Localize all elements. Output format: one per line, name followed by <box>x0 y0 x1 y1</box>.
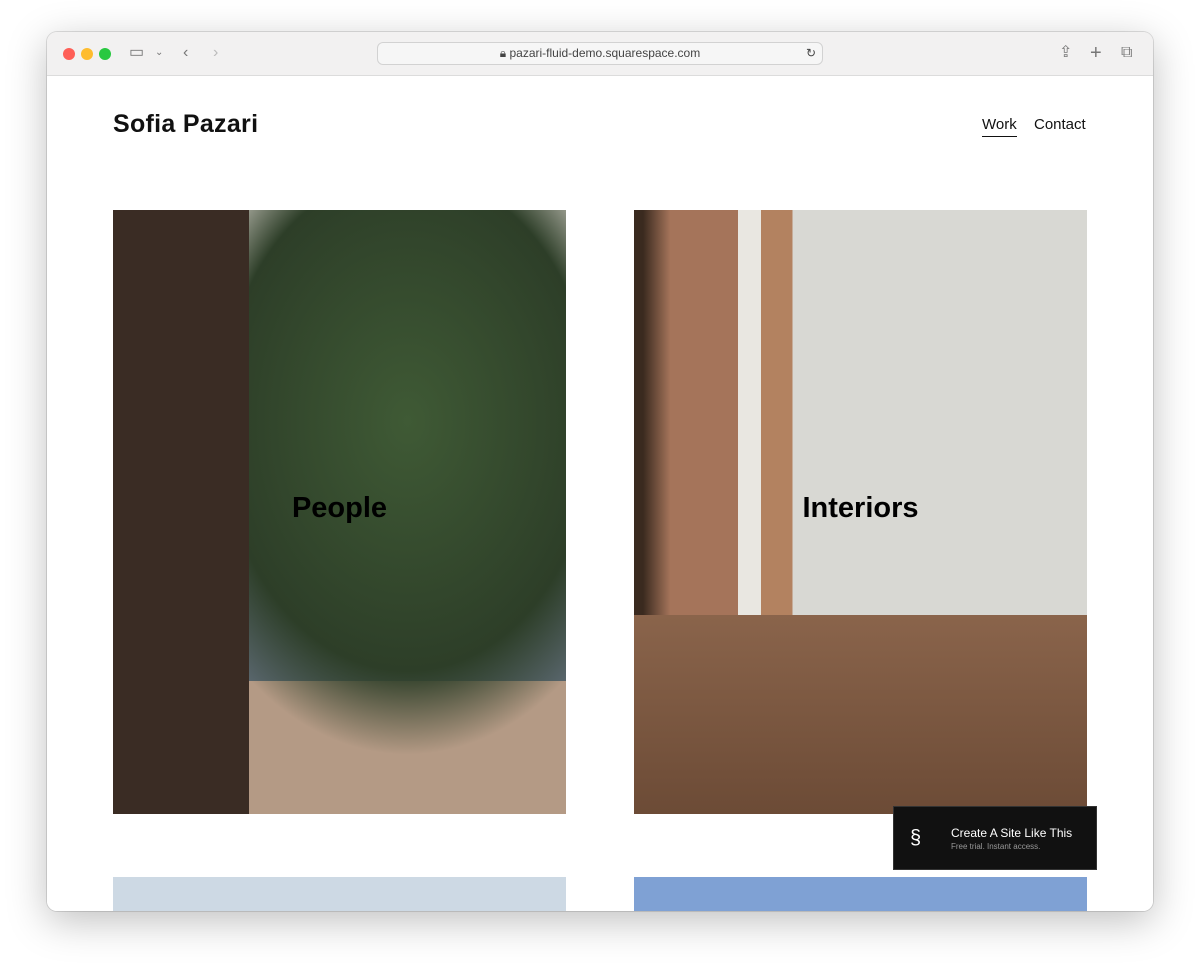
badge-title: Create A Site Like This <box>951 826 1073 840</box>
tabs-overview-icon[interactable]: ⧉ <box>1121 43 1132 63</box>
reload-icon[interactable]: ↻ <box>806 43 816 64</box>
gallery-item[interactable] <box>113 877 566 911</box>
chevron-down-icon[interactable]: ⌄ <box>155 43 163 63</box>
browser-toolbar: ▭ ⌄ ‹ › 🔒︎ pazari-fluid-demo.squarespace… <box>47 32 1153 76</box>
lock-icon: 🔒︎ <box>499 46 510 60</box>
gallery-item-people[interactable]: People <box>113 210 566 814</box>
badge-subtitle: Free trial. Instant access. <box>951 842 1041 851</box>
minimize-window-button[interactable] <box>81 48 93 60</box>
close-window-button[interactable] <box>63 48 75 60</box>
back-icon[interactable]: ‹ <box>183 43 188 63</box>
website: Sofia Pazari Work Contact People Interio… <box>47 76 1153 911</box>
share-icon[interactable]: ⇪ <box>1059 43 1072 63</box>
gallery-item-interiors[interactable]: Interiors <box>634 210 1087 814</box>
forward-icon[interactable]: › <box>213 43 218 63</box>
gallery-label: Interiors <box>802 492 919 524</box>
maximize-window-button[interactable] <box>99 48 111 60</box>
browser-window: ▭ ⌄ ‹ › 🔒︎ pazari-fluid-demo.squarespace… <box>47 32 1153 911</box>
create-site-badge[interactable]: § Create A Site Like This Free trial. In… <box>893 806 1097 870</box>
nav-contact[interactable]: Contact <box>1034 116 1086 133</box>
gallery-item[interactable] <box>634 877 1087 911</box>
new-tab-icon[interactable]: + <box>1090 43 1102 63</box>
nav-work[interactable]: Work <box>982 116 1017 137</box>
address-bar[interactable]: 🔒︎ pazari-fluid-demo.squarespace.com ↻ <box>377 42 823 65</box>
gallery-label: People <box>291 492 388 524</box>
squarespace-logo-icon: § <box>910 827 922 849</box>
sidebar-icon[interactable]: ▭ <box>129 43 144 63</box>
site-title[interactable]: Sofia Pazari <box>113 110 258 139</box>
url-text: pazari-fluid-demo.squarespace.com <box>509 46 701 60</box>
